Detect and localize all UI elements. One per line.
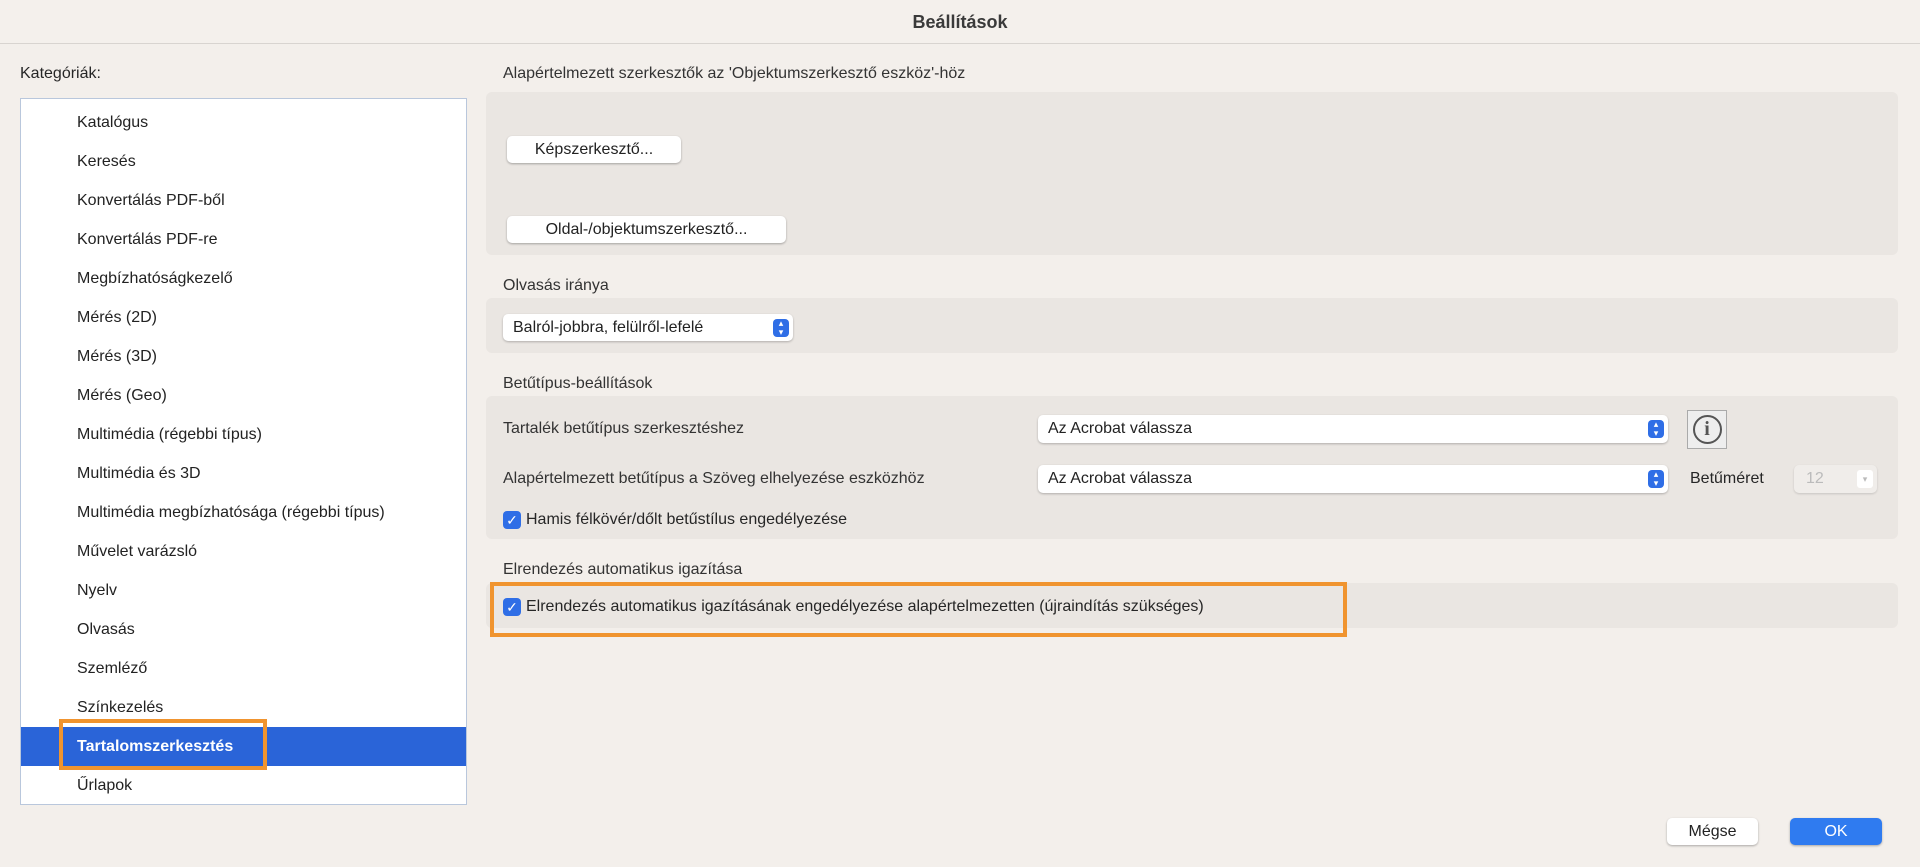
categories-label: Kategóriák:	[20, 65, 101, 82]
reading-direction-value: Balról-jobbra, felülről-lefelé	[513, 319, 704, 336]
chevron-updown-icon: ▴ ▾	[1648, 420, 1664, 438]
category-item[interactable]: Multimédia (régebbi típus)	[21, 415, 466, 454]
chevron-updown-icon: ▴ ▾	[773, 319, 789, 337]
category-item[interactable]: Mérés (Geo)	[21, 376, 466, 415]
font-size-label: Betűméret	[1690, 470, 1764, 487]
window-title: Beállítások	[0, 0, 1920, 44]
image-editor-button[interactable]: Képszerkesztő...	[507, 136, 681, 163]
chevron-down-icon: ▾	[1857, 470, 1873, 488]
category-item[interactable]: Űrlapok	[21, 766, 466, 805]
font-size-value: 12	[1806, 470, 1824, 487]
editors-heading: Alapértelmezett szerkesztők az 'Objektum…	[503, 65, 966, 82]
ok-button[interactable]: OK	[1790, 818, 1882, 845]
cancel-button[interactable]: Mégse	[1667, 818, 1758, 845]
default-font-label: Alapértelmezett betűtípus a Szöveg elhel…	[503, 470, 925, 487]
page-object-editor-button[interactable]: Oldal-/objektumszerkesztő...	[507, 216, 786, 243]
category-item[interactable]: Nyelv	[21, 571, 466, 610]
category-item[interactable]: Olvasás	[21, 610, 466, 649]
category-item[interactable]: Megbízhatóságkezelő	[21, 259, 466, 298]
categories-list[interactable]: Katalógus Keresés Konvertálás PDF-ből Konve…	[20, 98, 467, 805]
default-font-value: Az Acrobat válassza	[1048, 470, 1193, 487]
info-icon: i	[1692, 415, 1722, 444]
fake-style-label: Hamis félkövér/dőlt betűstílus engedélye…	[526, 511, 848, 528]
fake-style-checkbox[interactable]: ✓	[503, 511, 521, 529]
category-item[interactable]: Mérés (3D)	[21, 337, 466, 376]
fallback-font-value: Az Acrobat válassza	[1048, 420, 1193, 437]
font-size-select[interactable]: 12 ▾	[1794, 465, 1877, 493]
chevron-updown-icon: ▴ ▾	[1648, 470, 1664, 488]
category-item[interactable]: Művelet varázsló	[21, 532, 466, 571]
fonts-heading: Betűtípus-beállítások	[503, 375, 653, 392]
selection-highlight	[59, 719, 267, 770]
default-font-select[interactable]: Az Acrobat válassza ▴ ▾	[1038, 465, 1668, 493]
fallback-font-select[interactable]: Az Acrobat válassza ▴ ▾	[1038, 415, 1668, 443]
info-button[interactable]: i	[1687, 410, 1727, 449]
fallback-font-label: Tartalék betűtípus szerkesztéshez	[503, 420, 745, 437]
category-item[interactable]: Katalógus	[21, 103, 466, 142]
reading-direction-select[interactable]: Balról-jobbra, felülről-lefelé ▴ ▾	[503, 314, 793, 341]
reading-heading: Olvasás iránya	[503, 277, 609, 294]
category-item[interactable]: Multimédia és 3D	[21, 454, 466, 493]
reflow-heading: Elrendezés automatikus igazítása	[503, 561, 743, 578]
category-item[interactable]: Konvertálás PDF-ből	[21, 181, 466, 220]
category-item[interactable]: Mérés (2D)	[21, 298, 466, 337]
category-item[interactable]: Konvertálás PDF-re	[21, 220, 466, 259]
category-item[interactable]: Szemléző	[21, 649, 466, 688]
category-item[interactable]: Multimédia megbízhatósága (régebbi típus…	[21, 493, 466, 532]
reflow-highlight	[490, 582, 1347, 637]
category-item[interactable]: Keresés	[21, 142, 466, 181]
